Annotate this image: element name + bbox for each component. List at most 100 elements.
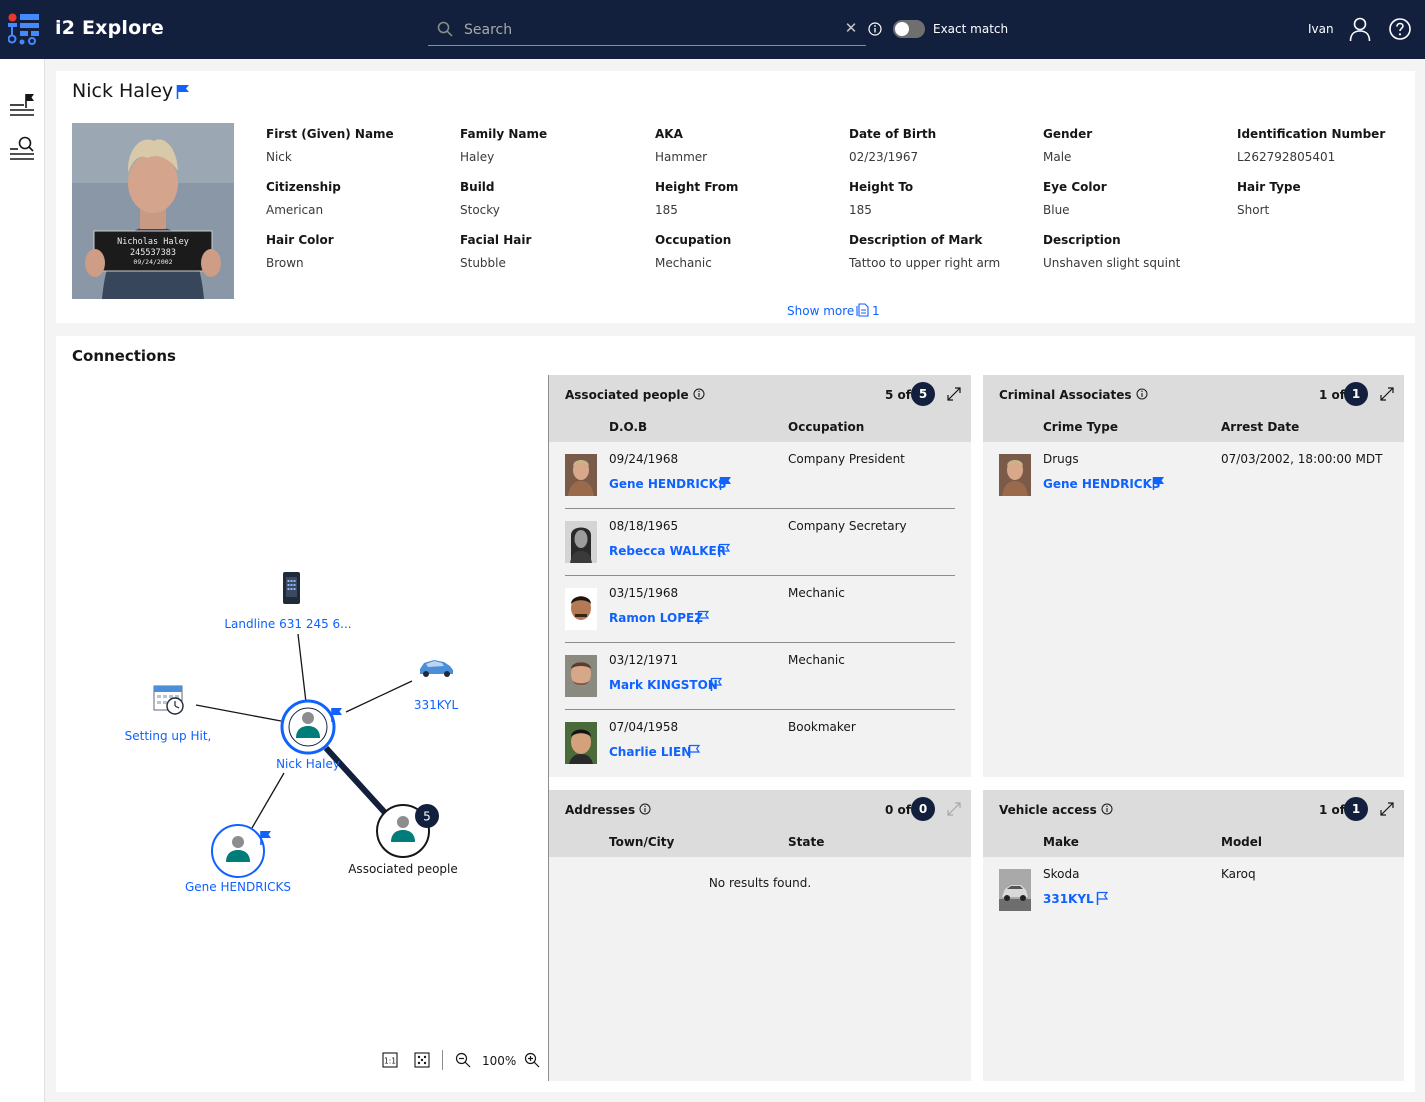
node-label-center[interactable]: Nick Haley: [276, 757, 340, 771]
person-link[interactable]: Ramon LOPEZ: [609, 611, 703, 625]
car-icon[interactable]: [420, 660, 453, 677]
table-row[interactable]: 09/24/1968 Company President Gene HENDRI…: [565, 442, 955, 509]
exact-match-label: Exact match: [933, 22, 1009, 36]
expand-icon[interactable]: [1379, 386, 1395, 402]
search-info-icon[interactable]: [867, 21, 883, 37]
zoom-in-icon[interactable]: [524, 1052, 540, 1068]
column-header-state[interactable]: State: [788, 835, 824, 849]
panel-header: Criminal Associates 1 of 1 Crime Type Ar…: [983, 375, 1404, 442]
user-name: Ivan: [1308, 22, 1334, 36]
profile-card: Nick Haley Nicholas Haley 245537383 09/2…: [56, 71, 1415, 323]
info-icon[interactable]: [1101, 803, 1113, 815]
vehicle-thumbnail: [999, 869, 1031, 911]
flag-filled-icon[interactable]: [719, 476, 732, 491]
expand-icon[interactable]: [1379, 801, 1395, 817]
flag-filled-icon[interactable]: [1152, 476, 1165, 491]
field-value: Stocky: [460, 203, 500, 217]
graph-link[interactable]: [345, 680, 413, 713]
table-row[interactable]: 07/04/1958 Bookmaker Charlie LIEN: [565, 710, 955, 777]
flag-outline-icon[interactable]: [697, 610, 710, 625]
flag-outline-icon[interactable]: [710, 677, 723, 692]
field-date-of-birth: Date of Birth 02/23/1967: [849, 127, 1034, 164]
node-label-landline[interactable]: Landline 631 245 6...: [224, 617, 351, 631]
flag-outline-icon[interactable]: [718, 543, 731, 558]
arrest-date-cell: 07/03/2002, 18:00:00 MDT: [1221, 452, 1383, 466]
person-link[interactable]: Rebecca WALKER: [609, 544, 726, 558]
group-node[interactable]: 5: [376, 804, 439, 858]
column-header-dob[interactable]: D.O.B: [609, 420, 647, 434]
i2-logo-icon[interactable]: [8, 13, 40, 45]
watchlist-icon[interactable]: [8, 91, 36, 119]
graph-link[interactable]: [195, 704, 282, 722]
person-thumbnail: [565, 722, 597, 764]
info-icon[interactable]: [1136, 388, 1148, 400]
field-value: Mechanic: [655, 256, 712, 270]
field-build: Build Stocky: [460, 180, 645, 217]
column-header-arrest-date[interactable]: Arrest Date: [1221, 420, 1299, 434]
person-link[interactable]: Charlie LIEN: [609, 745, 691, 759]
calendar-event-icon[interactable]: [153, 685, 184, 715]
associate-node[interactable]: [211, 824, 271, 878]
field-label: Date of Birth: [849, 127, 937, 141]
expand-icon[interactable]: [946, 386, 962, 402]
field-label: Hair Type: [1237, 180, 1301, 194]
field-label: Gender: [1043, 127, 1093, 141]
field-occupation: Occupation Mechanic: [655, 233, 840, 270]
field-height-to: Height To 185: [849, 180, 1034, 217]
fit-to-view-icon[interactable]: [414, 1052, 430, 1068]
node-label-group[interactable]: Associated people: [348, 862, 458, 876]
show-more-link[interactable]: Show more: [787, 304, 854, 318]
table-row[interactable]: 03/15/1968 Mechanic Ramon LOPEZ: [565, 576, 955, 643]
make-cell: Skoda: [1043, 867, 1080, 881]
table-row[interactable]: 03/12/1971 Mechanic Mark KINGSTON: [565, 643, 955, 710]
toolbar-divider: [442, 1050, 443, 1070]
phone-icon[interactable]: [283, 572, 300, 604]
criminal-associates-panel: Criminal Associates 1 of 1 Crime Type Ar…: [983, 375, 1404, 777]
info-icon[interactable]: [693, 388, 705, 400]
model-cell: Karoq: [1221, 867, 1256, 881]
field-label: Family Name: [460, 127, 548, 141]
person-link[interactable]: Gene HENDRICKS: [1043, 477, 1161, 491]
help-icon[interactable]: [1388, 17, 1412, 41]
flag-outline-icon[interactable]: [688, 744, 701, 759]
column-header-model[interactable]: Model: [1221, 835, 1262, 849]
column-header-make[interactable]: Make: [1043, 835, 1079, 849]
table-row[interactable]: Skoda Karoq 331KYL: [999, 857, 1389, 924]
field-height-from: Height From 185: [655, 180, 840, 217]
clear-search-icon[interactable]: ✕: [842, 19, 860, 37]
dob-cell: 09/24/1968: [609, 452, 679, 466]
person-link[interactable]: Gene HENDRICKS: [609, 477, 727, 491]
document-icon[interactable]: [856, 303, 869, 317]
user-icon[interactable]: [1348, 16, 1372, 42]
table-row[interactable]: 08/18/1965 Company Secretary Rebecca WAL…: [565, 509, 955, 576]
top-bar: i2 Explore ✕ Exact match Ivan: [0, 0, 1425, 59]
mugshot-caption-number: 245537383: [130, 248, 176, 258]
flag-icon[interactable]: [176, 84, 190, 100]
search-list-icon[interactable]: [8, 135, 36, 163]
info-icon[interactable]: [639, 803, 651, 815]
person-thumbnail: [565, 588, 597, 630]
node-label-event[interactable]: Setting up Hit,: [125, 729, 212, 743]
table-row[interactable]: Drugs 07/03/2002, 18:00:00 MDT Gene HEND…: [999, 442, 1389, 509]
person-link[interactable]: Mark KINGSTON: [609, 678, 718, 692]
vehicle-link[interactable]: 331KYL: [1043, 892, 1094, 906]
exact-match-toggle[interactable]: [893, 20, 925, 38]
app-title: i2 Explore: [55, 17, 165, 39]
link-graph[interactable]: 5 Landline 631 245 6... 331KYL Setting u…: [56, 376, 548, 1092]
search-input[interactable]: [464, 18, 834, 42]
center-node[interactable]: [280, 699, 342, 755]
column-header-town-city[interactable]: Town/City: [609, 835, 674, 849]
connections-title: Connections: [72, 347, 176, 365]
graph-link[interactable]: [251, 772, 285, 829]
actual-size-icon[interactable]: 1:1: [382, 1052, 398, 1068]
panel-title-text: Addresses: [565, 803, 636, 817]
node-label-associate[interactable]: Gene HENDRICKS: [185, 880, 291, 894]
column-header-occupation[interactable]: Occupation: [788, 420, 864, 434]
result-count-text: 1 of: [1319, 388, 1345, 402]
flag-outline-icon[interactable]: [1096, 891, 1109, 906]
result-total-badge: 1: [1344, 797, 1368, 821]
zoom-out-icon[interactable]: [455, 1052, 471, 1068]
node-label-vehicle[interactable]: 331KYL: [414, 698, 458, 712]
column-header-crime-type[interactable]: Crime Type: [1043, 420, 1118, 434]
field-citizenship: Citizenship American: [266, 180, 451, 217]
